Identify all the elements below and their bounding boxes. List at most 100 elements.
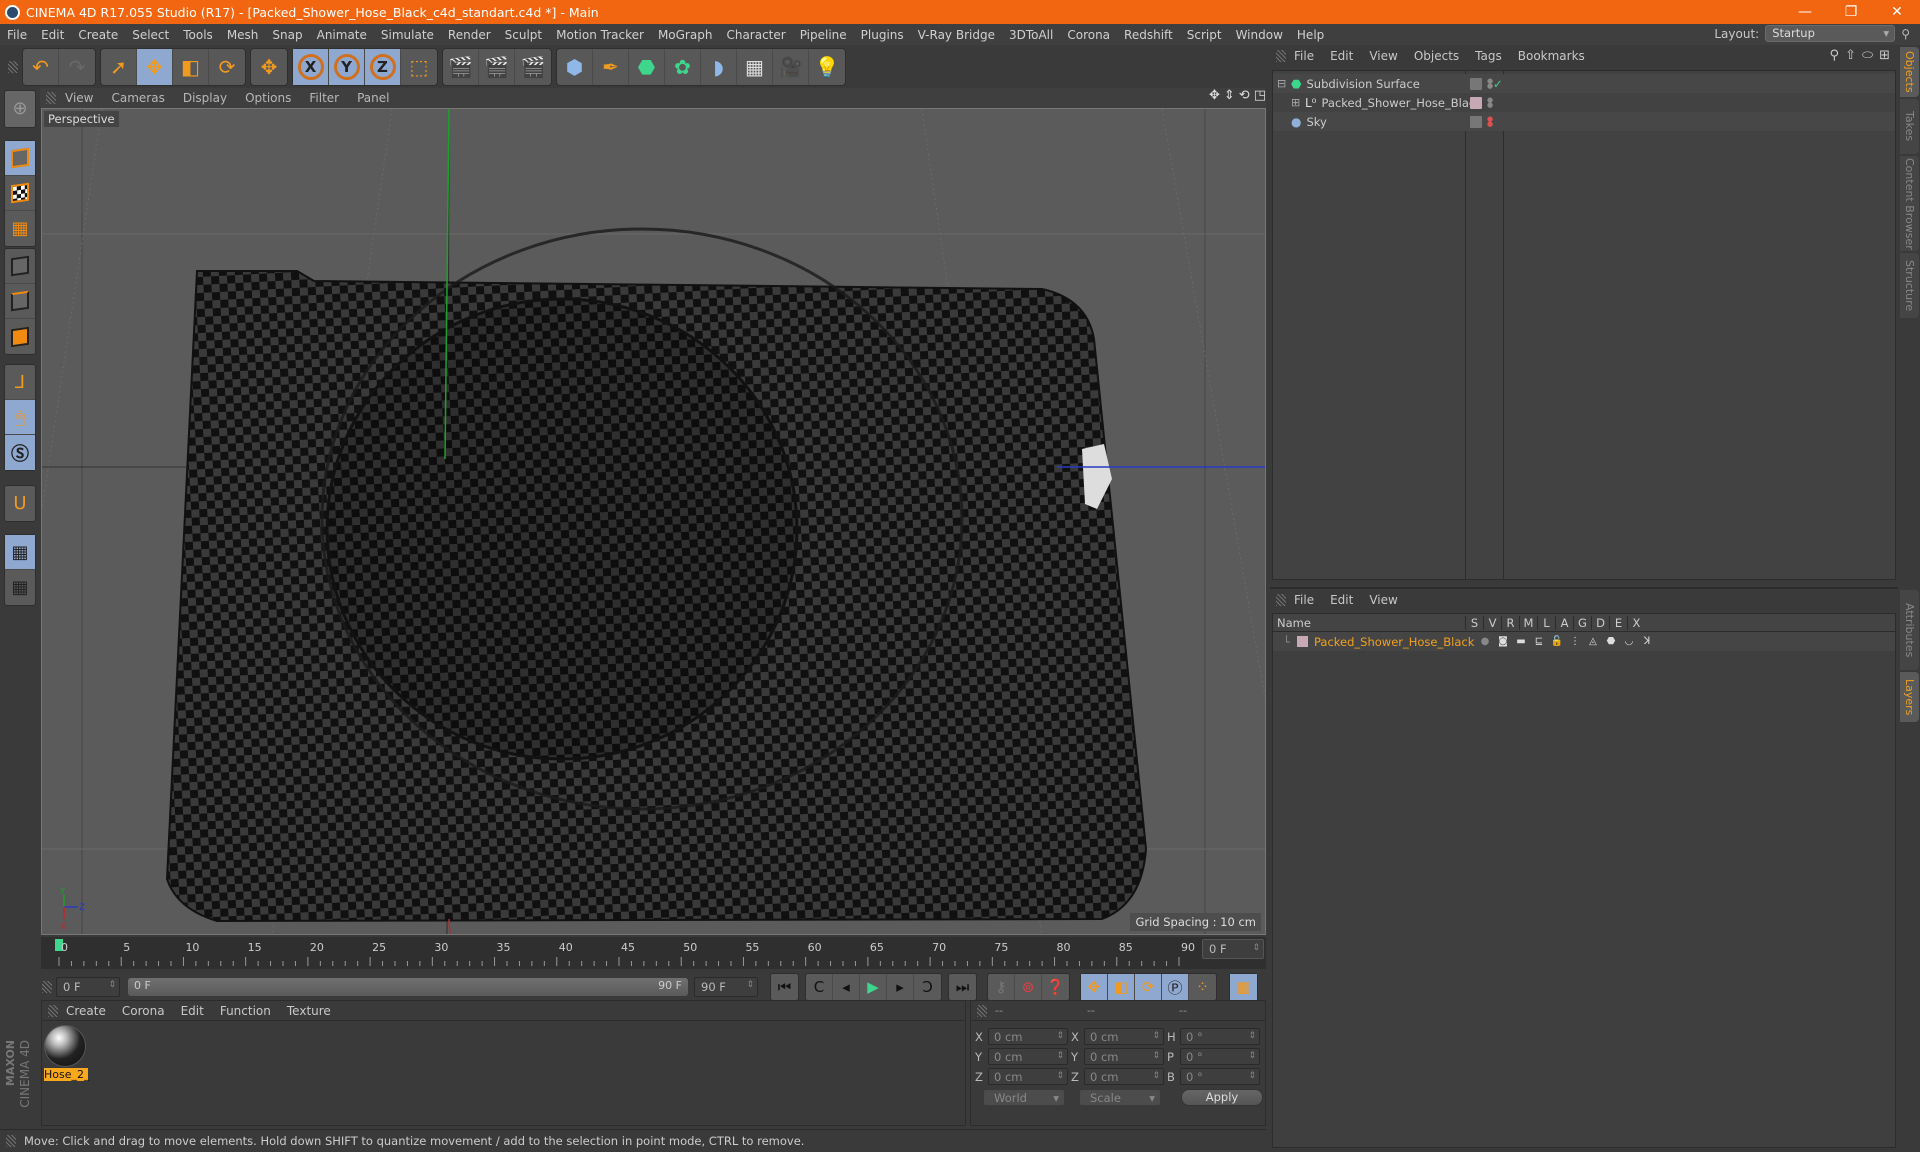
object-menu-objects[interactable]: Objects	[1406, 49, 1467, 63]
grip-handle[interactable]	[46, 92, 56, 104]
move-button[interactable]: ✥	[137, 48, 173, 85]
lock-toggle-icon[interactable]: 🔓	[1548, 636, 1566, 647]
menu-file[interactable]: File	[0, 28, 34, 42]
menu-redshift[interactable]: Redshift	[1117, 28, 1180, 42]
menu-window[interactable]: Window	[1229, 28, 1290, 42]
position-x-field[interactable]: 0 cm ⇕	[988, 1028, 1068, 1045]
material-menu-corona[interactable]: Corona	[114, 1004, 173, 1018]
x-axis-button[interactable]: X	[293, 48, 329, 85]
generators-toggle-icon[interactable]: ◬	[1584, 636, 1602, 647]
size-x-field[interactable]: 0 cm ⇕	[1084, 1028, 1164, 1045]
preview-range-slider[interactable]: 0 F 90 F	[128, 978, 688, 996]
rotate-button[interactable]: ⟳	[209, 49, 245, 85]
planar-workplane-icon[interactable]: ▦	[5, 570, 35, 605]
side-tab-structure[interactable]: Structure	[1900, 253, 1919, 318]
rotation-track-icon[interactable]: ⟳	[1135, 974, 1162, 1000]
texture-mode-icon[interactable]	[5, 176, 35, 211]
layer-menu-view[interactable]: View	[1361, 593, 1405, 607]
go-to-previous-key-icon[interactable]: C	[806, 974, 833, 1000]
deformers-toggle-icon[interactable]: ⬣	[1602, 636, 1620, 647]
new-window-icon[interactable]: ⊞	[1879, 48, 1890, 63]
spinner-icon[interactable]: ⇕	[1248, 1071, 1256, 1081]
undo-button[interactable]: ↶	[23, 48, 59, 85]
floor-scene-button[interactable]: ▦	[737, 48, 773, 85]
layer-column-a[interactable]: A	[1555, 615, 1573, 630]
layer-column-name[interactable]: Name	[1273, 616, 1465, 630]
viewport-menu-filter[interactable]: Filter	[300, 91, 348, 105]
menu-render[interactable]: Render	[441, 28, 498, 42]
go-to-end-icon[interactable]: ⏭	[949, 974, 976, 1000]
timeline-ruler[interactable]: 0 5 10 15 20 25 30 35 40 45 50 55 60 65 70 75 80 85 90 0 F…	[41, 937, 1266, 969]
go-to-start-icon[interactable]: ⏮	[771, 974, 798, 1000]
start-frame-field[interactable]: 0 F ⇕	[56, 977, 120, 997]
grip-handle[interactable]	[977, 1004, 987, 1017]
menu-snap[interactable]: Snap	[265, 28, 309, 42]
grip-handle[interactable]	[1276, 50, 1286, 62]
locked-workplane-icon[interactable]: ▦	[5, 535, 35, 570]
visibility-tag-icon[interactable]	[1470, 115, 1482, 128]
layer-column-g[interactable]: G	[1573, 615, 1591, 630]
material-menu-texture[interactable]: Texture	[279, 1004, 339, 1018]
solo-toggle-icon[interactable]: ●	[1476, 636, 1494, 647]
menu-3dtoall[interactable]: 3DToAll	[1002, 28, 1060, 42]
visibility-tag-icon[interactable]	[1470, 96, 1482, 109]
object-row[interactable]: ⊟ ⬣ Subdivision Surface ● ● ✓	[1273, 74, 1895, 93]
subdivision-surface-button[interactable]: ⬣	[629, 48, 665, 85]
side-tab-layers[interactable]: Layers	[1900, 672, 1919, 722]
grip-handle[interactable]	[8, 60, 18, 73]
grip-handle[interactable]	[1276, 594, 1286, 606]
size-z-field[interactable]: 0 cm ⇕	[1084, 1068, 1164, 1085]
side-tab-content-browser[interactable]: Content Browser	[1900, 156, 1919, 251]
point-level-animation-icon[interactable]: ⁘	[1189, 974, 1216, 1000]
polygons-mode-icon[interactable]	[5, 319, 35, 354]
menu-sculpt[interactable]: Sculpt	[498, 28, 549, 42]
coordinate-system-button[interactable]: ⬚	[401, 49, 437, 85]
layer-column-v[interactable]: V	[1483, 615, 1501, 630]
step-back-icon[interactable]: ◂	[833, 974, 860, 1000]
editor-render-visibility-dots[interactable]: ● ●	[1487, 115, 1493, 127]
timeline-window-icon[interactable]: ▥	[1230, 974, 1257, 1000]
position-track-icon[interactable]: ✥	[1081, 974, 1108, 1000]
viewport-menu-view[interactable]: View	[56, 91, 102, 105]
spinner-icon[interactable]: ⇕	[1248, 1051, 1256, 1061]
record-keys-disabled-icon[interactable]: ⚷	[988, 974, 1015, 1000]
side-tab-objects[interactable]: Objects	[1900, 47, 1919, 97]
search-icon[interactable]: ⚲	[1830, 48, 1840, 63]
object-row[interactable]: ⊞ L⁰ Packed_Shower_Hose_Black ● ●	[1273, 93, 1895, 112]
layer-column-r[interactable]: R	[1501, 615, 1519, 630]
viewport-menu-panel[interactable]: Panel	[348, 91, 398, 105]
parameter-track-icon[interactable]: Ⓟ	[1162, 974, 1189, 1000]
points-mode-icon[interactable]	[5, 249, 35, 284]
model-mode-icon[interactable]	[5, 141, 35, 176]
xref-toggle-icon[interactable]: ꓘ	[1638, 636, 1656, 647]
side-tab-takes[interactable]: Takes	[1900, 99, 1919, 154]
object-name[interactable]: Sky	[1306, 115, 1442, 129]
object-menu-bookmarks[interactable]: Bookmarks	[1510, 49, 1593, 63]
spinner-icon[interactable]: ⇕	[1056, 1071, 1064, 1081]
transform-mode-dropdown[interactable]: Scale ▾	[1079, 1089, 1161, 1106]
viewport-menu-display[interactable]: Display	[174, 91, 236, 105]
layer-column-e[interactable]: E	[1609, 615, 1627, 630]
spinner-icon[interactable]: ⇕	[1056, 1051, 1064, 1061]
select-arrow-button[interactable]: ➚	[101, 48, 137, 85]
object-row[interactable]: ● Sky ● ●	[1273, 112, 1895, 131]
light-button[interactable]: 💡	[809, 49, 845, 85]
layer-column-s[interactable]: S	[1465, 615, 1483, 630]
render-view-button[interactable]: 🎬	[443, 48, 479, 85]
position-z-field[interactable]: 0 cm ⇕	[988, 1068, 1068, 1085]
render-picture-viewer-button[interactable]: 🎬	[479, 48, 515, 85]
axis-mode-icon[interactable]: ⅃	[5, 365, 35, 400]
pan-view-icon[interactable]: ✥	[1209, 88, 1220, 103]
render-settings-button[interactable]: 🎬	[515, 49, 551, 85]
grip-handle[interactable]	[6, 1135, 16, 1147]
layer-name[interactable]: Packed_Shower_Hose_Black	[1314, 635, 1476, 649]
scale-track-icon[interactable]: ◧	[1108, 974, 1135, 1000]
scale-button[interactable]: ◧	[173, 48, 209, 85]
object-menu-file[interactable]: File	[1286, 49, 1322, 63]
viewport-menu-options[interactable]: Options	[236, 91, 300, 105]
dolly-view-icon[interactable]: ⇕	[1224, 88, 1235, 103]
current-frame-field[interactable]: 0 F ⇕	[1202, 939, 1264, 959]
keyframe-selection-icon[interactable]: ❓	[1042, 974, 1069, 1000]
spinner-icon[interactable]: ⇕	[1152, 1071, 1160, 1081]
home-icon[interactable]: ⇧	[1845, 48, 1856, 63]
